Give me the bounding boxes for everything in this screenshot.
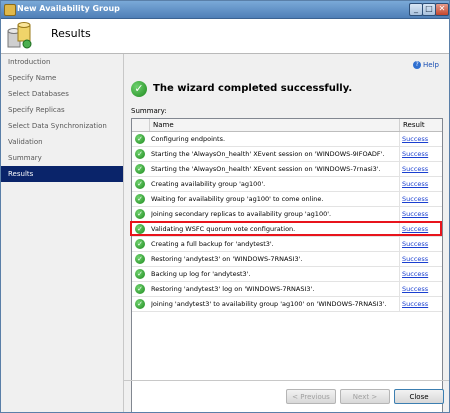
row-name: Joining 'andytest3' to availability grou… [151,300,387,308]
nav-item-introduction[interactable]: Introduction [1,54,123,70]
row-result-link[interactable]: Success [402,162,428,176]
page-title: Results [51,27,91,40]
wizard-footer: < Previous Next > Close [124,380,449,412]
success-check-icon: ✓ [135,269,145,279]
row-name: Creating a full backup for 'andytest3'. [151,240,274,248]
nav-item-select-databases[interactable]: Select Databases [1,86,123,102]
database-icon [7,22,32,49]
table-row[interactable]: ✓ Starting the 'AlwaysOn_health' XEvent … [132,147,442,162]
success-check-icon: ✓ [135,209,145,219]
table-row[interactable]: ✓ Creating a full backup for 'andytest3'… [132,237,442,252]
row-result-link[interactable]: Success [402,267,428,281]
wizard-header: Results [1,19,449,54]
success-check-icon: ✓ [131,81,147,97]
table-row[interactable]: ✓ Joining secondary replicas to availabi… [132,207,442,222]
grid-header: Name Result [132,119,442,132]
results-grid[interactable]: Name Result ✓ Configuring endpoints. Suc… [131,118,443,412]
row-result-link[interactable]: Success [402,147,428,161]
success-check-icon: ✓ [135,134,145,144]
help-link[interactable]: ? Help [413,61,439,69]
table-row[interactable]: ✓ Joining 'andytest3' to availability gr… [132,297,442,312]
row-name: Starting the 'AlwaysOn_health' XEvent se… [151,165,381,173]
row-result-link[interactable]: Success [402,237,428,251]
wizard-window: New Availability Group _ □ ✕ Results Int… [0,0,450,413]
success-check-icon: ✓ [135,179,145,189]
wizard-nav: Introduction Specify Name Select Databas… [1,54,124,412]
row-name: Waiting for availability group 'ag100' t… [151,195,324,203]
nav-item-select-data-synchronization[interactable]: Select Data Synchronization [1,118,123,134]
success-check-icon: ✓ [135,194,145,204]
row-result-link[interactable]: Success [402,282,428,296]
row-result-link[interactable]: Success [402,177,428,191]
results-panel: ? Help ✓ The wizard completed successfull… [124,54,449,412]
app-icon [4,4,16,16]
row-name: Restoring 'andytest3' log on 'WINDOWS-7R… [151,285,315,293]
row-name: Configuring endpoints. [151,135,226,143]
table-row[interactable]: ✓ Restoring 'andytest3' log on 'WINDOWS-… [132,282,442,297]
table-row[interactable]: ✓ Backing up log for 'andytest3'. Succes… [132,267,442,282]
success-check-icon: ✓ [135,284,145,294]
nav-item-results[interactable]: Results [1,166,123,182]
row-name: Joining secondary replicas to availabili… [151,210,332,218]
nav-item-specify-replicas[interactable]: Specify Replicas [1,102,123,118]
next-button[interactable]: Next > [340,389,390,404]
minimize-button[interactable]: _ [409,3,423,16]
success-check-icon: ✓ [135,164,145,174]
success-message: The wizard completed successfully. [153,83,353,94]
row-name: Creating availability group 'ag100'. [151,180,266,188]
row-result-link[interactable]: Success [402,252,428,266]
highlight-box [130,221,442,236]
table-row[interactable]: ✓ Creating availability group 'ag100'. S… [132,177,442,192]
table-row[interactable]: ✓ Configuring endpoints. Success [132,132,442,147]
table-row[interactable]: ✓ Waiting for availability group 'ag100'… [132,192,442,207]
column-header-result[interactable]: Result [399,119,442,131]
row-name: Restoring 'andytest3' on 'WINDOWS-7RNASI… [151,255,303,263]
row-result-link[interactable]: Success [402,132,428,146]
nav-item-validation[interactable]: Validation [1,134,123,150]
row-name: Backing up log for 'andytest3'. [151,270,251,278]
row-result-link[interactable]: Success [402,192,428,206]
column-header-name[interactable]: Name [149,119,399,131]
summary-label: Summary: [131,107,167,115]
table-row[interactable]: ✓ Restoring 'andytest3' on 'WINDOWS-7RNA… [132,252,442,267]
success-check-icon: ✓ [135,299,145,309]
help-icon: ? [413,61,422,69]
success-check-icon: ✓ [135,149,145,159]
row-result-link[interactable]: Success [402,297,428,311]
window-title: New Availability Group [17,4,120,13]
row-result-link[interactable]: Success [402,207,428,221]
help-label: Help [423,61,439,69]
success-check-icon: ✓ [135,254,145,264]
previous-button[interactable]: < Previous [286,389,336,404]
success-check-icon: ✓ [135,239,145,249]
nav-item-specify-name[interactable]: Specify Name [1,70,123,86]
table-row[interactable]: ✓ Starting the 'AlwaysOn_health' XEvent … [132,162,442,177]
title-bar[interactable]: New Availability Group _ □ ✕ [1,1,449,19]
nav-item-summary[interactable]: Summary [1,150,123,166]
close-button[interactable]: Close [394,389,444,404]
close-window-button[interactable]: ✕ [435,3,449,16]
row-name: Starting the 'AlwaysOn_health' XEvent se… [151,150,385,158]
maximize-button[interactable]: □ [422,3,436,16]
